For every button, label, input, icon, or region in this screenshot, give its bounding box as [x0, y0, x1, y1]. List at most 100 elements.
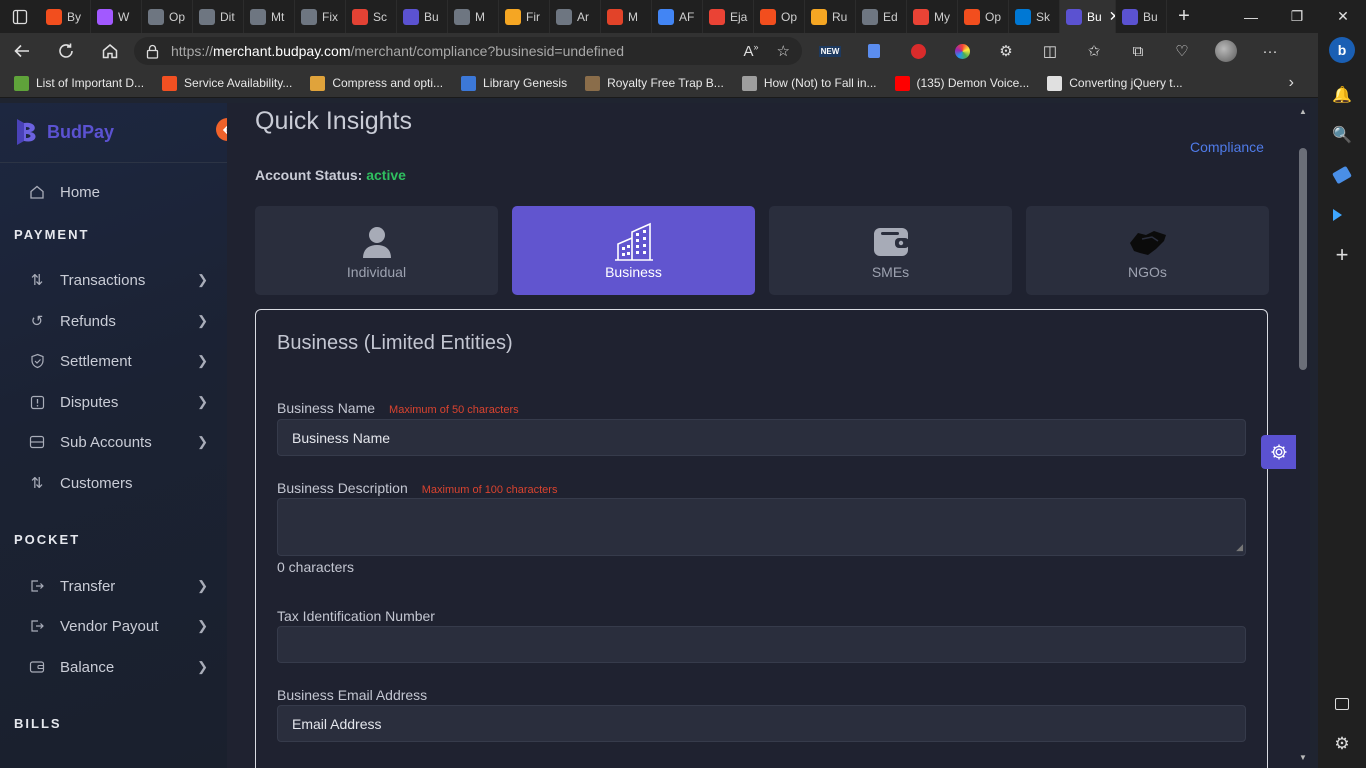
restore-button[interactable]: ❐ — [1274, 0, 1320, 33]
new-tab-button[interactable]: + — [1167, 5, 1201, 28]
sidebar-settings-gear-icon[interactable]: ⚙ — [1318, 724, 1366, 764]
shopping-tag-icon[interactable] — [1318, 155, 1366, 195]
browser-tab-active[interactable]: Bu ✕ — [1060, 0, 1116, 33]
bookmarks-more-chevron-icon[interactable]: › — [1289, 74, 1294, 92]
browser-tab[interactable]: M — [448, 0, 499, 33]
tab-actions-button[interactable] — [0, 0, 40, 33]
back-button[interactable] — [0, 33, 44, 69]
tab-title: W — [118, 9, 130, 24]
extension-stop-icon[interactable] — [896, 33, 940, 69]
sidebar-item-transfer[interactable]: Transfer ❯ — [28, 577, 208, 595]
extension-new-icon[interactable]: NEW — [808, 33, 852, 69]
scrollbar-thumb[interactable] — [1299, 148, 1307, 370]
browser-tab[interactable]: Sk — [1009, 0, 1060, 33]
sidebar-item-transactions[interactable]: ⇅ Transactions ❯ — [28, 271, 208, 290]
building-icon — [614, 222, 654, 262]
sidebar-item-vendor-payout[interactable]: Vendor Payout ❯ — [28, 617, 208, 635]
telegram-icon[interactable] — [1318, 195, 1366, 235]
browser-tab[interactable]: Ar — [550, 0, 601, 33]
budpay-logo[interactable]: BudPay — [14, 117, 114, 147]
sub-accounts-icon — [28, 433, 46, 451]
performance-icon[interactable]: ♡ — [1160, 33, 1204, 69]
page-scrollbar[interactable]: ▲ ▼ — [1296, 103, 1310, 768]
swap-arrows-icon: ⇅ — [30, 475, 44, 492]
browser-tab[interactable]: Bu — [397, 0, 448, 33]
notifications-bell-icon[interactable]: 🔔 — [1318, 75, 1366, 115]
browser-tab[interactable]: My — [907, 0, 958, 33]
browser-tab[interactable]: Ed — [856, 0, 907, 33]
business-description-textarea[interactable]: ◢ — [277, 498, 1246, 556]
home-button[interactable] — [88, 33, 132, 69]
sidebar-item-balance[interactable]: Balance ❯ — [28, 658, 208, 676]
sidebar-item-settlement[interactable]: Settlement ❯ — [28, 352, 208, 370]
account-type-card-ngos[interactable]: NGOs — [1026, 206, 1269, 295]
sidebar-item-disputes[interactable]: Disputes ❯ — [28, 393, 208, 411]
extension-color-icon[interactable] — [940, 33, 984, 69]
favorite-star-icon[interactable]: ☆ — [777, 42, 790, 60]
account-type-card-business[interactable]: Business — [512, 206, 755, 295]
browser-tab[interactable]: Fir — [499, 0, 550, 33]
bookmark-item[interactable]: Royalty Free Trap B... — [585, 75, 724, 91]
browser-tab[interactable]: W — [91, 0, 142, 33]
close-tab-icon[interactable]: ✕ — [1109, 8, 1115, 25]
bookmark-item[interactable]: List of Important D... — [14, 75, 144, 91]
account-type-card-individual[interactable]: Individual — [255, 206, 498, 295]
browser-tab[interactable]: Op — [142, 0, 193, 33]
bookmark-favicon-icon — [162, 75, 178, 91]
sidebar-item-refunds[interactable]: ↺ Refunds ❯ — [28, 312, 208, 331]
address-bar[interactable]: https://merchant.budpay.com/merchant/com… — [134, 37, 802, 65]
close-window-button[interactable]: ✕ — [1320, 0, 1366, 33]
browser-tab[interactable]: Op — [754, 0, 805, 33]
read-aloud-icon[interactable]: A» — [744, 42, 759, 60]
browser-tab[interactable]: By — [40, 0, 91, 33]
hide-sidebar-icon[interactable] — [1318, 684, 1366, 724]
textarea-resize-handle-icon[interactable]: ◢ — [1236, 542, 1243, 553]
bookmark-item[interactable]: Converting jQuery t... — [1047, 75, 1183, 91]
scroll-down-arrow-icon[interactable]: ▼ — [1299, 753, 1307, 762]
minimize-button[interactable]: — — [1228, 0, 1274, 33]
browser-tab[interactable]: Mt — [244, 0, 295, 33]
bookmark-item[interactable]: Service Availability... — [162, 75, 292, 91]
tin-input[interactable] — [277, 626, 1246, 663]
bookmark-item[interactable]: Library Genesis — [461, 75, 567, 91]
business-email-input[interactable]: Email Address — [277, 705, 1246, 742]
sidebar-item-home[interactable]: Home — [28, 183, 208, 201]
bookmark-item[interactable]: How (Not) to Fall in... — [741, 75, 877, 91]
collections-icon[interactable]: ⧉ — [1116, 33, 1160, 69]
sidebar-divider — [0, 162, 227, 163]
home-icon — [102, 44, 118, 59]
bookmark-label: How (Not) to Fall in... — [763, 76, 877, 90]
settings-floating-button[interactable] — [1261, 435, 1296, 469]
tab-title: Eja — [730, 9, 748, 24]
bookmark-item[interactable]: Compress and opti... — [310, 75, 443, 91]
browser-tab[interactable]: Op — [958, 0, 1009, 33]
sidebar-item-customers[interactable]: ⇅ Customers — [28, 474, 208, 493]
add-sidebar-app-icon[interactable]: + — [1318, 235, 1366, 275]
favorites-icon[interactable]: ✩ — [1072, 33, 1116, 69]
bing-copilot-icon[interactable]: b — [1318, 33, 1366, 67]
tab-favicon-icon — [760, 8, 776, 25]
bookmark-item[interactable]: (135) Demon Voice... — [894, 75, 1029, 91]
sidebar-item-sub-accounts[interactable]: Sub Accounts ❯ — [28, 433, 208, 451]
bookmark-label: Converting jQuery t... — [1069, 76, 1183, 90]
tin-label-row: Tax Identification Number — [277, 608, 435, 624]
browser-tab[interactable]: Sc — [346, 0, 397, 33]
browser-tab[interactable]: Fix — [295, 0, 346, 33]
business-name-input[interactable]: Business Name — [277, 419, 1246, 456]
profile-avatar[interactable] — [1204, 33, 1248, 69]
browser-tab[interactable]: M — [601, 0, 652, 33]
account-type-card-smes[interactable]: SMEs — [769, 206, 1012, 295]
breadcrumb-compliance-link[interactable]: Compliance — [1190, 139, 1264, 155]
browser-tab[interactable]: Eja — [703, 0, 754, 33]
browser-tab[interactable]: Ru — [805, 0, 856, 33]
extension-copy-icon[interactable] — [852, 33, 896, 69]
split-screen-icon[interactable]: ◫ — [1028, 33, 1072, 69]
browser-tab[interactable]: AF — [652, 0, 703, 33]
more-menu-icon[interactable]: ··· — [1248, 33, 1292, 69]
extensions-puzzle-icon[interactable]: ⚙ — [984, 33, 1028, 69]
refresh-button[interactable] — [44, 33, 88, 69]
search-icon[interactable]: 🔍 — [1318, 115, 1366, 155]
browser-tab[interactable]: Bu — [1116, 0, 1167, 33]
browser-tab[interactable]: Dit — [193, 0, 244, 33]
scroll-up-arrow-icon[interactable]: ▲ — [1299, 107, 1307, 116]
